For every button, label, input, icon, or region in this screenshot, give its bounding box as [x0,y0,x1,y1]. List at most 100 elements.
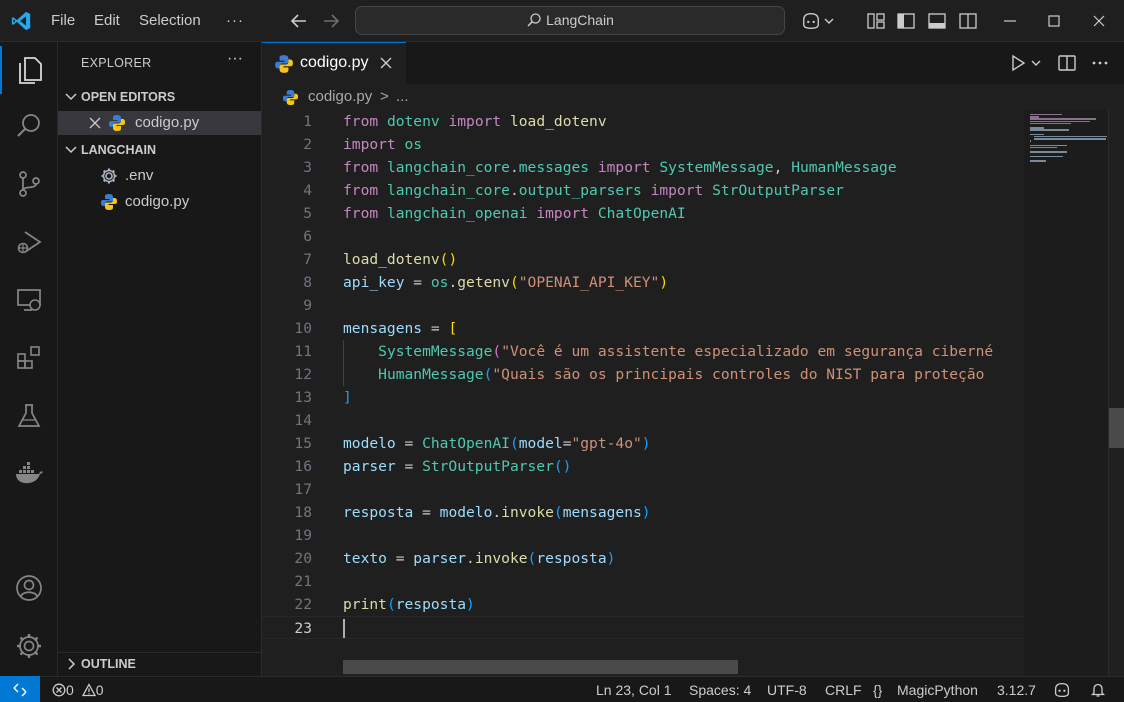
code-line[interactable]: 7 load_dotenv() [262,248,1024,271]
language-mode[interactable]: MagicPython [897,677,978,702]
more-actions-icon[interactable] [1090,53,1110,73]
toggle-panel-icon[interactable] [927,11,947,31]
copilot-icon[interactable] [800,11,822,31]
toggle-sidebar-icon[interactable] [896,11,916,31]
activity-testing[interactable] [0,392,58,440]
file-item-codigo[interactable]: codigo.py [58,190,261,214]
line-number: 15 [294,435,312,452]
minimap[interactable] [1024,110,1108,676]
code-line[interactable]: 18 resposta = modelo.invoke(mensagens) [262,501,1024,524]
code-line[interactable]: 16 parser = StrOutputParser() [262,455,1024,478]
code-line[interactable]: 14 [262,409,1024,432]
split-editor-icon[interactable] [1057,53,1077,73]
notifications-bell-icon[interactable] [1090,682,1106,698]
code-text: parser = StrOutputParser() [343,458,572,475]
run-icon[interactable] [1008,53,1028,73]
toggle-secondary-sidebar-icon[interactable] [958,11,978,31]
code-line[interactable]: 2 import os [262,133,1024,156]
activity-explorer[interactable] [0,46,58,94]
code-line[interactable]: 22 print(resposta) [262,593,1024,616]
code-line[interactable]: 13] [262,386,1024,409]
close-icon[interactable] [378,55,394,71]
minimize-icon[interactable] [1001,12,1019,30]
open-editors-section[interactable]: OPEN EDITORS [58,86,262,108]
code-text: from langchain_core.output_parsers impor… [343,182,844,199]
menu-edit[interactable]: Edit [94,0,120,42]
python-version[interactable]: 3.12.7 [997,677,1036,702]
activity-run-debug[interactable] [0,218,58,266]
line-number: 4 [303,182,312,199]
vscode-logo-icon[interactable] [10,10,32,32]
breadcrumb-file[interactable]: codigo.py [308,84,372,110]
problems-indicator[interactable]: 0 0 [52,677,103,702]
code-text: resposta = modelo.invoke(mensagens) [343,504,651,521]
line-number: 11 [294,343,312,360]
activity-docker[interactable] [0,450,58,498]
code-text: ] [343,389,352,406]
code-line[interactable]: 11 SystemMessage("Você é um assistente e… [262,340,1024,363]
vertical-scrollbar[interactable] [1108,110,1124,676]
outline-section[interactable]: OUTLINE [58,652,262,676]
code-text: SystemMessage("Você é um assistente espe… [378,343,994,360]
menu-selection[interactable]: Selection [139,0,201,42]
chevron-down-icon[interactable] [823,11,835,31]
minimap-line [1030,129,1069,131]
code-line[interactable]: 1 from dotenv import load_dotenv [262,110,1024,133]
code-line[interactable]: 8 api_key = os.getenv("OPENAI_API_KEY") [262,271,1024,294]
language-braces-icon[interactable]: {} [873,677,882,702]
encoding[interactable]: UTF-8 [767,677,807,702]
activity-source-control[interactable] [0,160,58,208]
explorer-title: EXPLORER [81,56,152,70]
activity-accounts[interactable] [0,564,58,612]
file-label: codigo.py [125,193,190,210]
command-center-search[interactable]: LangChain [355,6,785,35]
chevron-down-icon[interactable] [1030,53,1042,73]
activity-extensions[interactable] [0,334,58,382]
cursor-position[interactable]: Ln 23, Col 1 [596,677,672,702]
tab-codigo[interactable]: codigo.py [262,42,406,84]
explorer-more-button[interactable]: ··· [227,50,243,68]
line-number: 23 [294,620,312,637]
menu-more-button[interactable]: ··· [226,0,244,42]
close-window-icon[interactable] [1090,12,1108,30]
minimap-line [1030,151,1067,153]
code-line[interactable]: 12 HumanMessage("Quais são os principais… [262,363,1024,386]
code-line[interactable]: 6 [262,225,1024,248]
code-editor[interactable]: 1 from dotenv import load_dotenv 2 import o… [262,110,1024,676]
menu-file[interactable]: File [51,0,75,42]
remote-indicator[interactable] [0,676,40,702]
code-line[interactable]: 4 from langchain_core.output_parsers impo… [262,179,1024,202]
code-line[interactable]: 23 [262,616,1024,639]
code-line[interactable]: 17 [262,478,1024,501]
extensions-icon [17,346,40,369]
code-line[interactable]: 21 [262,570,1024,593]
code-line[interactable]: 19 [262,524,1024,547]
maximize-icon[interactable] [1045,12,1063,30]
close-icon[interactable] [89,117,101,129]
open-editor-item[interactable]: codigo.py [58,111,261,135]
activity-manage[interactable] [0,622,58,670]
code-line[interactable]: 10 mensagens = [ [262,317,1024,340]
line-number: 19 [294,527,312,544]
horizontal-scrollbar-thumb[interactable] [343,660,738,674]
line-number: 16 [294,458,312,475]
code-line[interactable]: 5 from langchain_openai import ChatOpenAI [262,202,1024,225]
outline-header[interactable]: OUTLINE [58,653,262,675]
folder-section-langchain[interactable]: LANGCHAIN [58,139,262,161]
minimap-line [1030,116,1040,118]
breadcrumb-symbol[interactable]: ... [396,84,409,110]
copilot-status-icon[interactable] [1053,682,1071,698]
code-line[interactable]: 15 modelo = ChatOpenAI(model="gpt-4o") [262,432,1024,455]
code-line[interactable]: 9 [262,294,1024,317]
activity-search[interactable] [0,102,58,150]
code-line[interactable]: 3 from langchain_core.messages import Sys… [262,156,1024,179]
customize-layout-icon[interactable] [866,11,886,31]
file-item-env[interactable]: .env [58,164,261,188]
vertical-scrollbar-thumb[interactable] [1109,408,1124,448]
end-of-line[interactable]: CRLF [825,677,862,702]
activity-remote-explorer[interactable] [0,276,58,324]
code-line[interactable]: 20 texto = parser.invoke(resposta) [262,547,1024,570]
indentation[interactable]: Spaces: 4 [689,677,751,702]
back-arrow-icon[interactable] [288,10,310,32]
forward-arrow-icon[interactable] [320,10,342,32]
